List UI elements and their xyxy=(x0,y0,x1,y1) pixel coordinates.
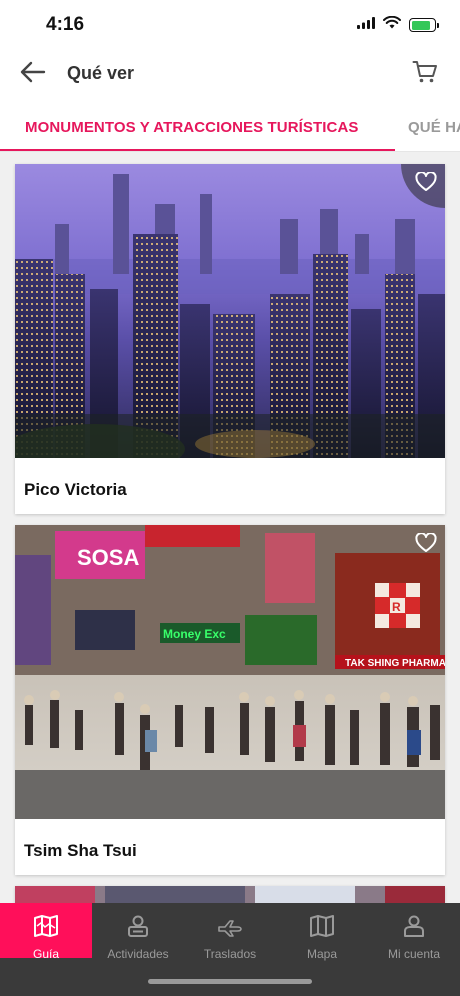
attraction-photo-skyline xyxy=(15,164,445,458)
nav-mapa[interactable]: Mapa xyxy=(276,903,368,961)
person-badge-icon xyxy=(126,914,150,943)
category-tabs: MONUMENTOS Y ATRACCIONES TURÍSTICAS QUÉ … xyxy=(0,102,460,152)
sign-sosa: SOSA xyxy=(77,545,139,570)
page-title: Qué ver xyxy=(67,63,135,83)
nav-label: Mapa xyxy=(306,947,338,961)
map-icon xyxy=(309,914,335,943)
map-book-icon xyxy=(33,914,59,943)
active-tab-indicator xyxy=(0,149,395,151)
heart-outline-icon xyxy=(415,531,437,558)
nav-label: Mi cuenta xyxy=(387,947,441,961)
nav-label: Actividades xyxy=(107,947,169,961)
signal-icon xyxy=(357,16,375,34)
tab-monumentos[interactable]: MONUMENTOS Y ATRACCIONES TURÍSTICAS xyxy=(25,119,359,136)
user-icon xyxy=(402,914,426,943)
status-icons xyxy=(357,15,439,34)
status-time: 4:16 xyxy=(46,14,85,35)
sign-pharmacy: TAK SHING PHARMA xyxy=(345,658,445,669)
nav-label: Traslados xyxy=(203,947,257,961)
tab-que-hacer[interactable]: QUÉ HA xyxy=(408,119,460,136)
cart-icon xyxy=(412,60,438,89)
nav-label: Guía xyxy=(32,947,59,961)
status-bar: 4:16 xyxy=(0,0,460,46)
app-header: Qué ver xyxy=(0,46,460,102)
sign-r: R xyxy=(392,600,401,614)
wifi-icon xyxy=(383,15,401,34)
attraction-title: Pico Victoria xyxy=(24,480,127,499)
heart-outline-icon xyxy=(415,170,437,197)
home-indicator xyxy=(148,979,312,984)
back-button[interactable] xyxy=(18,60,48,88)
battery-level xyxy=(411,20,431,30)
nav-guia[interactable]: Guía xyxy=(0,903,92,961)
sign-money-exchange: Money Exc xyxy=(163,627,226,641)
arrow-left-icon xyxy=(20,61,46,88)
attraction-card[interactable]: SOSA R TAK SHING PHARMA Money Exc Tsim S… xyxy=(15,525,445,875)
cart-button[interactable] xyxy=(410,59,440,89)
nav-traslados[interactable]: Traslados xyxy=(184,903,276,961)
plane-icon xyxy=(217,914,243,943)
battery-icon xyxy=(409,18,439,32)
attraction-card[interactable]: Pico Victoria xyxy=(15,164,445,514)
attraction-title: Tsim Sha Tsui xyxy=(24,841,137,860)
nav-mi-cuenta[interactable]: Mi cuenta xyxy=(368,903,460,961)
attraction-photo-street: SOSA R TAK SHING PHARMA Money Exc xyxy=(15,525,445,819)
nav-actividades[interactable]: Actividades xyxy=(92,903,184,961)
